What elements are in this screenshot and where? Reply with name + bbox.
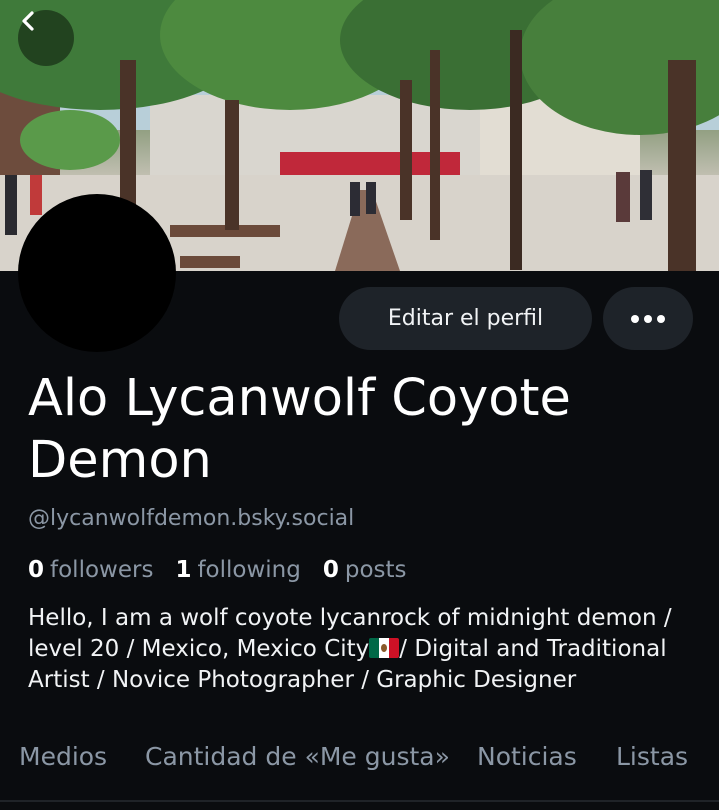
posts-stat: 0 posts (323, 557, 407, 583)
display-name: Alo Lycanwolf Coyote Demon (28, 369, 571, 490)
edit-profile-button[interactable]: Editar el perfil (339, 287, 592, 350)
followers-stat[interactable]: 0 followers (28, 557, 153, 583)
posts-label: posts (344, 557, 407, 583)
tab-likes[interactable]: Cantidad de «Me gusta» (145, 742, 450, 771)
profile-stats: 0 followers 1 following 0 posts (28, 557, 407, 583)
profile-tabs: Medios Cantidad de «Me gusta» Noticias L… (0, 722, 719, 802)
back-button[interactable] (18, 10, 74, 66)
following-stat[interactable]: 1 following (175, 557, 300, 583)
more-options-button[interactable] (603, 287, 693, 350)
tab-medios[interactable]: Medios (19, 742, 107, 771)
tabs-divider (0, 800, 719, 802)
profile-handle: @lycanwolfdemon.bsky.social (28, 506, 355, 531)
followers-count: 0 (28, 557, 45, 583)
following-label: following (197, 557, 301, 583)
tab-listas[interactable]: Listas (616, 742, 688, 771)
followers-label: followers (50, 557, 154, 583)
avatar[interactable] (18, 194, 176, 352)
ellipsis-icon (631, 314, 665, 323)
tab-noticias[interactable]: Noticias (477, 742, 577, 771)
mexico-flag-icon (369, 638, 400, 658)
chevron-left-icon (22, 11, 34, 31)
following-count: 1 (175, 557, 192, 583)
posts-count: 0 (322, 557, 339, 583)
profile-bio: Hello, I am a wolf coyote lycanrock of m… (28, 603, 708, 696)
